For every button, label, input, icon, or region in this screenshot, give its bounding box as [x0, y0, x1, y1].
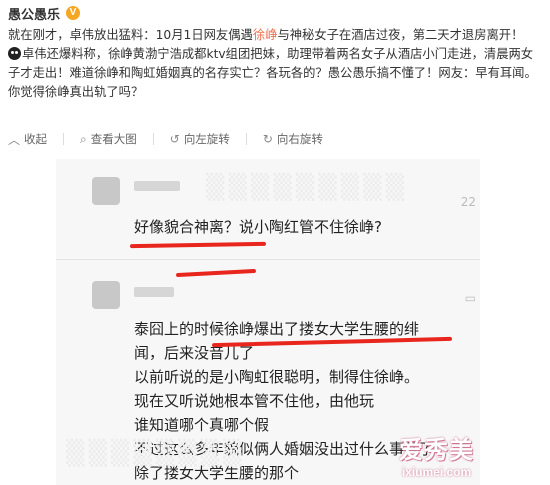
- post-image[interactable]: ▒▒▒▒▒▒▒▒▒ 22 好像貌合神离？说小陶红管不住徐峥? ▭ 泰囧上的时候徐…: [56, 159, 480, 485]
- comment-2-line: 以前听说的是小陶虹很聪明，制得住徐峥。: [134, 368, 420, 386]
- post-line2-text: 卓伟还爆料称，徐峥黄渤宁浩成都ktv组团把妹，助理带着两名女子从酒店小门走进，清…: [8, 47, 537, 99]
- toolbar-divider: [63, 133, 65, 145]
- rotate-right-label: 向右旋转: [276, 132, 323, 146]
- chevron-up-icon: ︿: [8, 132, 21, 147]
- avatar: [92, 281, 120, 309]
- rotate-left-icon: ↺: [169, 132, 180, 146]
- collapse-button[interactable]: ︿ 收起: [8, 131, 47, 148]
- comment-1-text: 好像貌合神离？说小陶红管不住徐峥?: [134, 218, 382, 236]
- magnifier-icon: ⌕: [80, 131, 87, 146]
- rotate-left-button[interactable]: ↺ 向左旋转: [170, 131, 230, 147]
- comment-divider: [56, 259, 480, 260]
- verified-badge-icon: V: [66, 6, 81, 20]
- view-large-label: 查看大图: [90, 132, 137, 146]
- blurred-username: [134, 181, 180, 191]
- comment-2-line: 谁知道哪个真哪个假: [134, 416, 270, 434]
- site-watermark: 爱秀美 ixiumei.com: [399, 430, 474, 479]
- post-paragraph-1: 就在刚才，卓伟放出猛料：10月1日网友偶遇徐峥与神秘女子在酒店过夜，第二天才退房…: [8, 26, 542, 45]
- emoji-icon: [8, 47, 21, 60]
- rotate-left-label: 向左旋转: [183, 132, 230, 146]
- rotate-right-button[interactable]: ↻ 向右旋转: [263, 131, 323, 147]
- post-line1-text: 就在刚才，卓伟放出猛料：10月1日网友偶遇: [8, 28, 253, 42]
- post-paragraph-2: 卓伟还爆料称，徐峥黄渤宁浩成都ktv组团把妹，助理带着两名女子从酒店小门走进，清…: [8, 45, 542, 102]
- post-header: 愚公愚乐 V: [8, 4, 81, 23]
- image-toolbar: ︿ 收起 ⌕ 查看大图 ↺ 向左旋转 ↻ 向右旋转: [8, 128, 323, 150]
- comment-count: 22: [460, 195, 476, 209]
- highlight-underline: [175, 268, 257, 278]
- watermark-logo-text: 爱秀美: [399, 436, 474, 464]
- collapse-label: 收起: [24, 132, 48, 146]
- comment-2-line: 现在又听说她根本管不住他，由他玩: [134, 392, 375, 410]
- post-line1-rest: 与神秘女子在酒店过夜，第二天才退房离开！: [277, 28, 524, 42]
- toolbar-divider: [245, 133, 247, 145]
- rotate-right-icon: ↻: [262, 132, 273, 146]
- toolbar-divider: [152, 133, 154, 145]
- watermark-domain: ixiumei.com: [401, 465, 472, 479]
- post-body: 就在刚才，卓伟放出猛料：10月1日网友偶遇徐峥与神秘女子在酒店过夜，第二天才退房…: [8, 26, 542, 102]
- faded-background-text: ▒▒▒▒▒▒▒▒▒: [206, 173, 409, 201]
- blurred-username: [134, 287, 174, 297]
- mention-link[interactable]: 徐峥: [253, 28, 278, 42]
- account-name[interactable]: 愚公愚乐: [8, 4, 60, 23]
- comment-2-line: 泰囧上的时候徐峥爆出了搂女大学生腰的绯: [134, 320, 420, 338]
- faded-background-text: ▒▒▒▒▒▒▒▒: [66, 439, 246, 467]
- highlight-underline: [129, 241, 267, 249]
- reply-icon: ▭: [464, 291, 476, 305]
- avatar: [92, 177, 120, 205]
- view-large-button[interactable]: ⌕ 查看大图: [80, 131, 137, 147]
